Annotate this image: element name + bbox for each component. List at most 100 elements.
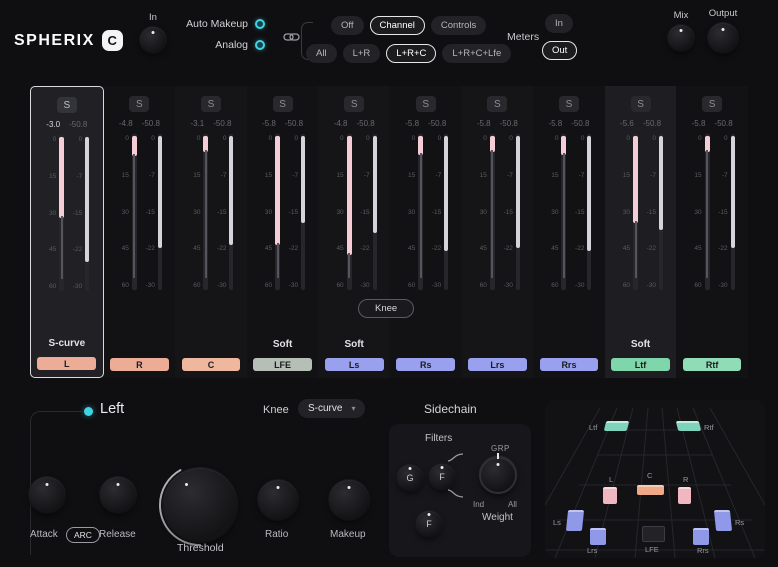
knee-button[interactable]: Knee: [358, 299, 414, 318]
sidechain-gain-knob[interactable]: G: [397, 465, 423, 491]
scale-tick: 30: [260, 209, 272, 216]
scale-tick: 60: [546, 282, 558, 289]
mode-button-channel[interactable]: Channel: [370, 16, 425, 35]
auto-makeup-label: Auto Makeup: [186, 18, 248, 30]
speaker-rrs[interactable]: [693, 528, 709, 545]
channel-strip-lfe[interactable]: S -5.8 -50.8 015304560 0-7-15-22-30 Soft…: [247, 86, 319, 378]
speaker-l[interactable]: [603, 487, 617, 504]
link-button-all[interactable]: All: [306, 44, 337, 63]
scale-tick: 60: [188, 282, 200, 289]
peak-value: -5.8: [548, 119, 562, 128]
scale-tick: -7: [426, 172, 441, 179]
analog-toggle[interactable]: [255, 40, 265, 50]
speaker-rs[interactable]: [714, 510, 732, 531]
sidechain-lp-freq-knob[interactable]: F: [416, 511, 442, 537]
speaker-lfe[interactable]: [642, 526, 665, 542]
channel-label[interactable]: C: [182, 358, 241, 371]
threshold-knob[interactable]: [163, 468, 237, 542]
solo-button[interactable]: S: [631, 96, 651, 112]
channel-label[interactable]: LFE: [253, 358, 312, 371]
solo-button[interactable]: S: [487, 96, 507, 112]
scale-tick: 0: [690, 135, 702, 142]
channel-strip-c[interactable]: S -3.1 -50.8 015304560 0-7-15-22-30 C: [175, 86, 247, 378]
scale-tick: -7: [211, 172, 226, 179]
ratio-knob[interactable]: [258, 480, 298, 520]
channel-label[interactable]: Lrs: [468, 358, 527, 371]
channel-label[interactable]: L: [37, 357, 96, 370]
speaker-rtf[interactable]: [676, 421, 701, 431]
scale-tick: -7: [283, 172, 298, 179]
auto-makeup-toggle[interactable]: [255, 19, 265, 29]
channel-label[interactable]: Ls: [325, 358, 384, 371]
knee-curve-name: Soft: [344, 339, 363, 352]
channel-strip-rs[interactable]: S -5.8 -50.8 015304560 0-7-15-22-30 Rs: [390, 86, 462, 378]
channel-link-icon[interactable]: [283, 30, 300, 48]
input-gain-knob[interactable]: [140, 27, 166, 53]
speaker-r[interactable]: [678, 487, 691, 504]
reduction-scale: 0-7-15-22-30: [713, 134, 728, 290]
channel-label[interactable]: Ltf: [611, 358, 670, 371]
level-meter-fill: [132, 136, 137, 156]
scale-tick: -7: [355, 172, 370, 179]
solo-button[interactable]: S: [344, 96, 364, 112]
channel-label[interactable]: Rrs: [540, 358, 599, 371]
knee-select-label: Knee: [263, 404, 289, 416]
scale-tick: -30: [713, 282, 728, 289]
reduction-scale: 0-7-15-22-30: [641, 134, 656, 290]
arc-button[interactable]: ARC: [66, 527, 100, 543]
meter-panel: S -3.0 -50.8 015304560 0-7-15-22-30 S-cu…: [30, 86, 748, 378]
scale-tick: 30: [403, 209, 415, 216]
scale-tick: 45: [618, 245, 630, 252]
channel-strip-rrs[interactable]: S -5.8 -50.8 015304560 0-7-15-22-30 Rrs: [533, 86, 605, 378]
channel-strip-ltf[interactable]: S -5.6 -50.8 015304560 0-7-15-22-30 Soft…: [605, 86, 677, 378]
scale-tick: -30: [140, 282, 155, 289]
solo-button[interactable]: S: [201, 96, 221, 112]
mode-button-controls[interactable]: Controls: [431, 16, 486, 35]
reduction-scale: 0-7-15-22-30: [283, 134, 298, 290]
speaker-ltf[interactable]: [604, 421, 629, 431]
scale-tick: -15: [211, 209, 226, 216]
scale-tick: 30: [475, 209, 487, 216]
solo-button[interactable]: S: [416, 96, 436, 112]
link-button-lr[interactable]: L+R: [343, 44, 381, 63]
solo-button[interactable]: S: [273, 96, 293, 112]
channel-strip-lrs[interactable]: S -5.8 -50.8 015304560 0-7-15-22-30 Lrs: [462, 86, 534, 378]
solo-button[interactable]: S: [702, 96, 722, 112]
channel-label[interactable]: R: [110, 358, 169, 371]
meters-label: Meters: [507, 31, 539, 43]
channel-label[interactable]: Rtf: [683, 358, 742, 371]
channel-strip-ls[interactable]: S -4.8 -50.8 015304560 0-7-15-22-30 Soft…: [318, 86, 390, 378]
speaker-c[interactable]: [637, 485, 664, 495]
solo-button[interactable]: S: [57, 97, 77, 113]
weight-knob[interactable]: [479, 456, 517, 494]
speaker-ls[interactable]: [566, 510, 584, 531]
channel-strip-r[interactable]: S -4.8 -50.8 015304560 0-7-15-22-30 R: [104, 86, 176, 378]
attack-knob[interactable]: [29, 477, 65, 513]
scale-tick: -7: [713, 172, 728, 179]
level-meter-tail: [635, 221, 637, 277]
knee-curve-name: Soft: [273, 339, 292, 352]
speaker-lrs[interactable]: [590, 528, 606, 545]
analog-label: Analog: [215, 39, 248, 51]
selected-channel-title: Left: [100, 401, 124, 417]
channel-label[interactable]: Rs: [396, 358, 455, 371]
solo-button[interactable]: S: [559, 96, 579, 112]
meters-in-button[interactable]: In: [545, 14, 573, 33]
mode-button-off[interactable]: Off: [331, 16, 364, 35]
level-meter: [561, 134, 566, 290]
link-button-lrclfe[interactable]: L+R+C+Lfe: [442, 44, 511, 63]
solo-button[interactable]: S: [129, 96, 149, 112]
meters-out-button[interactable]: Out: [542, 41, 577, 60]
link-button-lrc[interactable]: L+R+C: [386, 44, 436, 63]
channel-strip-rtf[interactable]: S -5.8 -50.8 015304560 0-7-15-22-30 Rtf: [676, 86, 748, 378]
channel-strip-l[interactable]: S -3.0 -50.8 015304560 0-7-15-22-30 S-cu…: [30, 86, 104, 378]
knee-curve-select[interactable]: S-curve ▾: [298, 399, 365, 418]
gain-reduction-meter: [158, 134, 162, 290]
channel-meters: 015304560 0-7-15-22-30: [618, 134, 663, 290]
output-knob[interactable]: [708, 23, 738, 53]
peak-value: -3.0: [46, 120, 60, 129]
makeup-knob[interactable]: [329, 480, 369, 520]
scale-tick: 0: [67, 136, 82, 143]
release-knob[interactable]: [100, 477, 136, 513]
mix-knob[interactable]: [668, 25, 694, 51]
